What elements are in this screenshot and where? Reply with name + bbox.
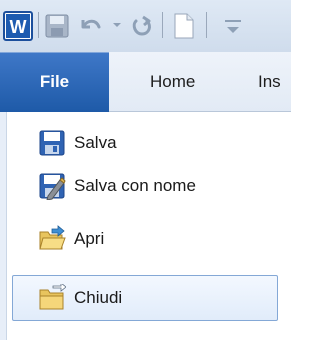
file-menu-rail: [0, 112, 7, 340]
customize-toolbar-icon[interactable]: [220, 12, 246, 40]
svg-text:W: W: [10, 17, 27, 37]
save-as-icon: [39, 173, 66, 200]
menu-item-open[interactable]: Apri: [12, 215, 278, 263]
toolbar-separator: [206, 12, 207, 38]
save-icon[interactable]: [44, 12, 70, 40]
menu-item-save[interactable]: Salva: [12, 119, 278, 167]
quick-access-toolbar: W: [0, 0, 291, 52]
toolbar-separator: [38, 12, 39, 38]
tab-home[interactable]: Home: [150, 52, 195, 112]
menu-item-label: Salva con nome: [74, 176, 196, 195]
redo-icon[interactable]: [128, 12, 156, 40]
tab-file[interactable]: File: [0, 52, 109, 112]
menu-item-label: Chiudi: [74, 288, 123, 307]
menu-item-save-as[interactable]: Salva con nome: [12, 162, 278, 210]
save-icon: [39, 130, 65, 156]
menu-item-label: Apri: [74, 229, 105, 248]
open-folder-icon: [39, 225, 66, 250]
close-folder-icon: [39, 284, 66, 310]
chevron-down-icon[interactable]: [110, 18, 124, 32]
menu-item-label: Salva: [74, 133, 117, 152]
undo-icon[interactable]: [76, 12, 104, 40]
word-icon[interactable]: W: [3, 11, 33, 41]
tab-insert[interactable]: Ins: [258, 52, 281, 112]
toolbar-separator: [162, 12, 163, 38]
new-document-icon[interactable]: [172, 12, 196, 40]
menu-item-close[interactable]: Chiudi: [12, 275, 278, 321]
